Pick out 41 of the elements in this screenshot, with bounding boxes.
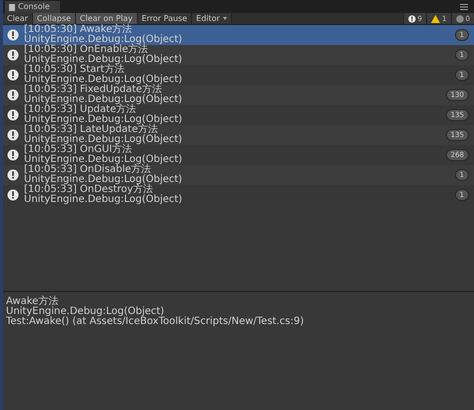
console-tab[interactable]: Console	[5, 1, 60, 13]
menu-icon[interactable]	[460, 4, 468, 10]
log-message: [10:05:30] OnEnable方法	[24, 45, 148, 55]
stack-trace-line: Test:Awake() (at Assets/IceBoxToolkit/Scripts/New/Test.cs:9)	[6, 317, 305, 327]
log-message: [10:05:33] FixedUpdate方法	[24, 85, 162, 95]
tab-title: Console	[18, 1, 50, 13]
log-source: UnityEngine.Debug:Log(Object)	[24, 195, 184, 205]
log-source: UnityEngine.Debug:Log(Object)	[24, 95, 184, 105]
toolbar-toggle[interactable]: Error Pause	[138, 13, 192, 24]
toolbar-toggle[interactable]: Clear on Play	[76, 13, 138, 24]
editor-dropdown[interactable]: Editor	[192, 13, 232, 24]
log-source: UnityEngine.Debug:Log(Object)	[24, 75, 184, 85]
log-message: [10:05:33] LateUpdate方法	[24, 125, 158, 135]
info-icon	[7, 89, 19, 101]
info-icon	[7, 29, 19, 41]
info-icon	[7, 49, 19, 61]
console-icon	[9, 4, 15, 10]
log-source: UnityEngine.Debug:Log(Object)	[24, 35, 184, 45]
info-icon	[7, 149, 19, 161]
toolbar-toggle[interactable]: Collapse	[32, 13, 76, 24]
info-icon	[7, 169, 19, 181]
log-message: [10:05:30] Start方法	[24, 65, 124, 75]
error-icon	[456, 14, 464, 22]
stack-trace-line: Awake方法	[6, 297, 58, 307]
info-icon	[7, 109, 19, 121]
toolbar-toggle[interactable]: Clear	[3, 13, 33, 24]
log-source: UnityEngine.Debug:Log(Object)	[24, 175, 184, 185]
log-source: UnityEngine.Debug:Log(Object)	[24, 155, 184, 165]
log-message: [10:05:33] OnDestroy方法	[24, 185, 154, 195]
info-icon	[7, 129, 19, 141]
log-message: [10:05:33] Update方法	[24, 105, 136, 115]
log-message: [10:05:33] OnGUI方法	[24, 145, 132, 155]
log-source: UnityEngine.Debug:Log(Object)	[24, 55, 184, 65]
log-source: UnityEngine.Debug:Log(Object)	[24, 135, 184, 145]
caret-icon	[222, 17, 227, 20]
log-message: [10:05:33] OnDisable方法	[24, 165, 152, 175]
log-source: UnityEngine.Debug:Log(Object)	[24, 115, 184, 125]
info-icon	[7, 69, 19, 81]
info-icon	[7, 189, 19, 201]
stack-trace-line: UnityEngine.Debug:Log(Object)	[6, 307, 164, 317]
log-message: [10:05:30] Awake方法	[24, 25, 132, 35]
